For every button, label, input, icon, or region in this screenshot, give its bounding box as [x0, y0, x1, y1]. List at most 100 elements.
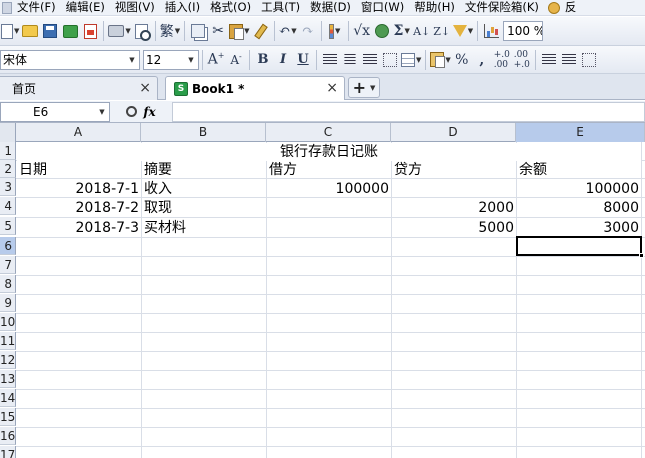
print-button[interactable]: ▼	[108, 20, 131, 42]
dropdown-arrow-icon[interactable]: ▼	[185, 52, 197, 68]
row-header[interactable]: 15	[0, 408, 16, 426]
underline-button[interactable]: U	[294, 49, 312, 71]
copy-button[interactable]	[189, 20, 207, 42]
send-button[interactable]	[61, 20, 79, 42]
wrap-button[interactable]: ▼	[401, 49, 421, 71]
cell-debit[interactable]	[267, 199, 391, 217]
column-header-d[interactable]: D	[391, 123, 516, 142]
row-header[interactable]: 10	[0, 313, 16, 331]
align-center-button[interactable]	[341, 49, 359, 71]
cell-credit[interactable]: 5000	[392, 219, 516, 237]
row-col-button[interactable]: ▼	[326, 20, 344, 42]
save-button[interactable]	[41, 20, 59, 42]
row-header[interactable]: 7	[0, 256, 16, 274]
borders-button[interactable]	[580, 49, 598, 71]
export-pdf-button[interactable]	[81, 20, 99, 42]
font-name-combo[interactable]: 宋体 ▼	[0, 49, 140, 70]
sort-descending-button[interactable]: Z↓	[433, 20, 451, 42]
active-cell-selection[interactable]	[516, 236, 644, 258]
cell-balance[interactable]: 100000	[517, 180, 641, 198]
increase-font-button[interactable]: A+	[207, 49, 225, 71]
cell-summary[interactable]: 买材料	[142, 219, 266, 237]
row-header[interactable]: 17	[0, 446, 16, 458]
align-left-button[interactable]	[321, 49, 339, 71]
row-header[interactable]: 9	[0, 294, 16, 312]
menu-format[interactable]: 格式(O)	[205, 0, 256, 16]
row-header[interactable]: 6	[0, 237, 16, 255]
paste-button[interactable]: ▼	[229, 20, 250, 42]
row-header[interactable]: 16	[0, 427, 16, 445]
menu-view[interactable]: 视图(V)	[110, 0, 160, 16]
feedback-icon[interactable]	[547, 1, 560, 14]
close-icon[interactable]: ×	[326, 80, 338, 96]
menu-feedback[interactable]: 反	[560, 0, 582, 16]
menu-window[interactable]: 窗口(W)	[356, 0, 409, 16]
cell-date[interactable]: 2018-7-1	[17, 180, 141, 198]
row-header[interactable]: 12	[0, 351, 16, 369]
new-tab-button[interactable]: + ▼	[348, 77, 380, 98]
tab-book1[interactable]: S Book1 * ×	[165, 76, 345, 100]
name-box[interactable]: E6 ▼	[0, 101, 110, 122]
select-all-corner[interactable]	[0, 123, 16, 142]
new-document-button[interactable]: ▼	[1, 20, 19, 42]
row-header[interactable]: 1	[0, 142, 16, 160]
cell-summary[interactable]: 收入	[142, 180, 266, 198]
align-right-button[interactable]	[361, 49, 379, 71]
cell-balance[interactable]: 8000	[517, 199, 641, 217]
row-header[interactable]: 13	[0, 370, 16, 388]
menu-data[interactable]: 数据(D)	[305, 0, 356, 16]
cell-summary[interactable]: 取现	[142, 199, 266, 217]
cell-balance[interactable]: 3000	[517, 219, 641, 237]
column-header-b[interactable]: B	[141, 123, 266, 142]
cell-date[interactable]: 2018-7-3	[17, 219, 141, 237]
row-header[interactable]: 2	[0, 160, 16, 178]
column-header-a[interactable]: A	[16, 123, 141, 142]
dropdown-arrow-icon[interactable]: ▼	[96, 104, 108, 120]
header-cell-credit[interactable]: 贷方	[392, 161, 516, 179]
decrease-indent-button[interactable]	[540, 49, 558, 71]
tab-home[interactable]: 首页 ×	[0, 76, 158, 100]
column-header-e[interactable]: E	[516, 123, 645, 142]
app-menu-icon[interactable]	[2, 1, 12, 14]
close-icon[interactable]: ×	[139, 80, 151, 96]
magnifier-icon[interactable]	[126, 106, 138, 117]
cell-debit[interactable]: 100000	[267, 180, 391, 198]
increase-decimal-button[interactable]: +.0.00	[493, 49, 511, 71]
menu-file-vault[interactable]: 文件保险箱(K)	[460, 0, 544, 16]
cut-button[interactable]: ✂	[209, 20, 227, 42]
print-preview-button[interactable]	[133, 20, 152, 42]
header-cell-balance[interactable]: 余额	[517, 161, 641, 179]
header-cell-debit[interactable]: 借方	[267, 161, 391, 179]
increase-indent-button[interactable]	[560, 49, 578, 71]
cell-credit[interactable]	[392, 180, 516, 198]
formula-input[interactable]	[172, 101, 645, 122]
row-header[interactable]: 3	[0, 178, 16, 196]
dropdown-arrow-icon[interactable]: ▼	[126, 52, 138, 68]
comma-button[interactable]: ,	[473, 49, 491, 71]
chart-button[interactable]	[482, 20, 500, 42]
row-header[interactable]: 4	[0, 197, 16, 215]
traditional-chinese-button[interactable]: 繁 ▼	[160, 20, 180, 42]
italic-button[interactable]: I	[274, 49, 292, 71]
menu-file[interactable]: 文件(F)	[12, 0, 61, 16]
menu-tools[interactable]: 工具(T)	[256, 0, 305, 16]
row-header[interactable]: 14	[0, 389, 16, 407]
format-painter-button[interactable]	[252, 20, 270, 42]
insert-function-fx-button[interactable]: fx	[143, 105, 155, 119]
decrease-decimal-button[interactable]: .00 +.0	[513, 49, 531, 71]
row-header[interactable]: 5	[0, 217, 16, 235]
redo-button[interactable]: ↷	[299, 20, 317, 42]
open-button[interactable]	[21, 20, 39, 42]
hyperlink-button[interactable]	[373, 20, 391, 42]
currency-button[interactable]: ▼	[430, 49, 451, 71]
cell-credit[interactable]: 2000	[392, 199, 516, 217]
zoom-combo[interactable]: 100 %	[503, 21, 544, 41]
sheet-title-cell[interactable]: 银行存款日记账	[17, 143, 641, 161]
bold-button[interactable]: B	[254, 49, 272, 71]
sort-ascending-button[interactable]: A↓	[413, 20, 431, 42]
menu-insert[interactable]: 插入(I)	[160, 0, 205, 16]
fill-handle[interactable]	[639, 253, 644, 258]
percent-button[interactable]: %	[453, 49, 471, 71]
font-size-combo[interactable]: 12 ▼	[143, 49, 199, 70]
row-header[interactable]: 11	[0, 332, 16, 350]
